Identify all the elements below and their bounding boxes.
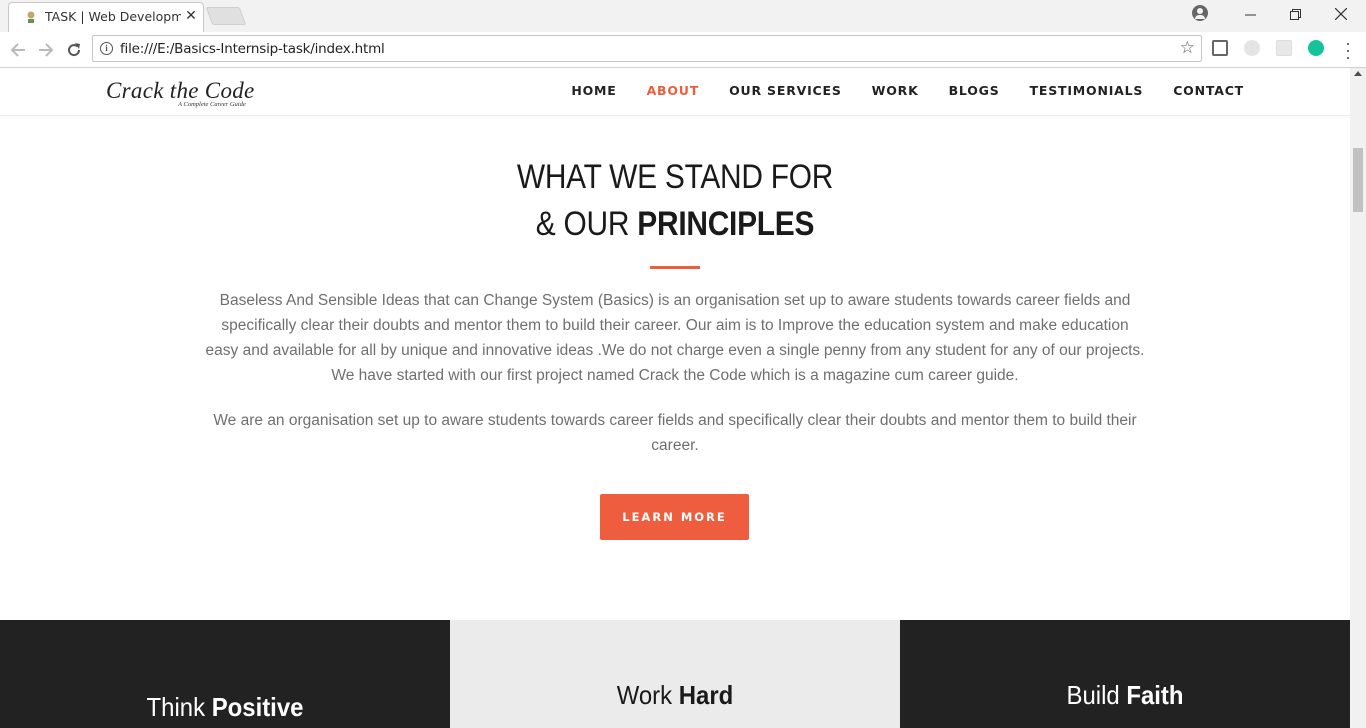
browser-menu-icon[interactable]: · · · [1342,34,1354,66]
scrollbar-thumb[interactable] [1353,148,1363,212]
back-button[interactable] [6,38,30,62]
nav-home[interactable]: HOME [571,83,616,98]
section-heading-line1: WHAT WE STAND FOR [516,158,834,196]
extension-m-icon[interactable] [1212,40,1228,56]
heading-prefix: & OUR [535,205,638,243]
feature-think-positive: Think Positive [0,620,450,728]
heading-bold: PRINCIPLES [637,205,815,243]
browser-tab[interactable]: TASK | Web Development ✕ [8,2,204,32]
principles-strip: Think Positive Work Hard Build Faith [0,620,1350,728]
restore-icon [1289,8,1301,20]
nav-contact[interactable]: CONTACT [1173,83,1244,98]
profile-icon[interactable] [1192,5,1208,21]
address-bar[interactable]: i file:///E:/Basics-Internsip-task/index… [92,35,1202,62]
browser-tab-bar: TASK | Web Development ✕ [0,0,1366,32]
minimize-icon [1244,14,1256,15]
page-viewport: Crack the Code A Complete Career Guide H… [0,68,1350,728]
minimize-button[interactable] [1227,0,1273,28]
extension-grid-icon[interactable] [1276,40,1292,56]
feature-title: Work Hard [468,680,882,711]
feature-bold-word: Hard [678,680,734,710]
feature-light-word: Think [146,692,212,722]
feature-build-faith: Build Faith [900,620,1350,728]
about-paragraph-1: Baseless And Sensible Ideas that can Cha… [205,292,1145,384]
feature-bold-word: Positive [211,692,304,722]
extension-leaf-icon[interactable] [1244,40,1260,56]
site-logo[interactable]: Crack the Code A Complete Career Guide [106,78,255,108]
grammarly-icon[interactable] [1308,40,1324,56]
restore-button[interactable] [1272,0,1318,28]
info-icon[interactable]: i [100,42,113,55]
close-tab-icon[interactable]: ✕ [183,7,199,23]
about-paragraph-2: We are an organisation set up to aware s… [213,412,1137,454]
forward-arrow-icon [39,43,54,57]
reload-icon [68,43,81,57]
logo-tagline: A Complete Career Guide [178,101,246,108]
url-text[interactable]: file:///E:/Basics-Internsip-task/index.h… [120,41,385,57]
main-nav: HOME ABOUT OUR SERVICES WORK BLOGS TESTI… [571,83,1244,98]
back-arrow-icon [10,43,25,57]
forward-button[interactable] [34,38,58,62]
close-window-button[interactable] [1318,0,1364,28]
feature-work-hard: Work Hard [450,620,900,728]
nav-work[interactable]: WORK [872,83,919,98]
feature-title: Build Faith [918,680,1332,711]
heading-divider [650,266,700,269]
logo-title: Crack the Code [106,78,255,103]
feature-light-word: Work [616,680,679,710]
feature-light-word: Build [1066,680,1127,710]
close-icon [1335,8,1347,20]
site-header: Crack the Code A Complete Career Guide H… [0,68,1350,116]
nav-testimonials[interactable]: TESTIMONIALS [1030,83,1144,98]
nav-our-services[interactable]: OUR SERVICES [729,83,842,98]
new-tab-button[interactable] [205,7,247,25]
feature-bold-word: Faith [1126,680,1184,710]
page-favicon-icon [27,11,35,23]
page-scrollbar[interactable] [1350,68,1366,728]
nav-about[interactable]: ABOUT [647,83,700,98]
reload-button[interactable] [62,38,86,62]
browser-toolbar: i file:///E:/Basics-Internsip-task/index… [0,32,1366,68]
feature-title: Think Positive [18,692,432,723]
nav-blogs[interactable]: BLOGS [949,83,1000,98]
tab-title: TASK | Web Development [45,9,181,24]
learn-more-button[interactable]: LEARN MORE [600,494,749,540]
section-heading-line2: & OUR PRINCIPLES [81,205,1269,244]
scroll-up-icon[interactable] [1354,71,1362,76]
bookmark-star-icon[interactable]: ☆ [1180,38,1195,58]
